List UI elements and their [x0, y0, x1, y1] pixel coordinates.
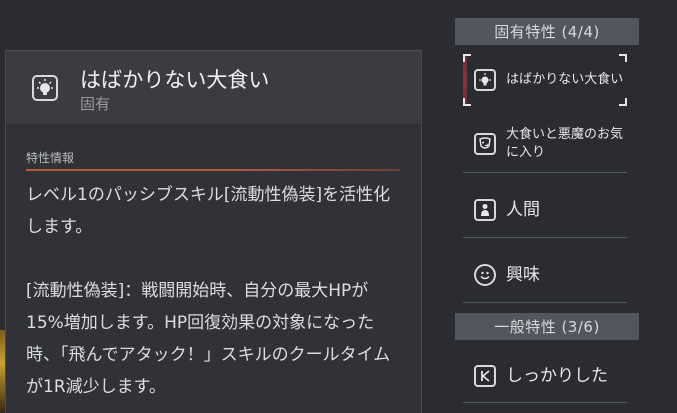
- section-divider: [26, 169, 400, 171]
- tooltip-subtitle: 固有: [80, 95, 111, 113]
- trait-label: 大食いと悪魔のお気に入り: [506, 127, 624, 160]
- trait-tooltip: はばかりない大食い 固有 特性情報 レベル1のパッシブスキル[流動性偽装]を活性…: [5, 50, 422, 413]
- trait-item[interactable]: 大食いと悪魔のお気に入り: [463, 116, 627, 173]
- description-paragraph: [流動性偽装]：戦闘開始時、自分の最大HPが15%増加します。HP回復効果の対象…: [26, 281, 391, 397]
- lightbulb-icon: [32, 75, 58, 101]
- general-traits-header: 一般特性 (3/6): [455, 313, 639, 340]
- selection-corner: [619, 98, 627, 106]
- tooltip-body: 特性情報 レベル1のパッシブスキル[流動性偽装]を活性化します。 [流動性偽装]…: [6, 124, 421, 413]
- trait-item[interactable]: 興味: [463, 248, 627, 303]
- smiley-icon: [474, 264, 496, 286]
- trait-label: はばかりない大食い: [506, 72, 624, 87]
- trait-label: 人間: [506, 200, 540, 220]
- tooltip-header: はばかりない大食い 固有: [6, 51, 421, 125]
- trait-item[interactable]: しっかりした: [463, 350, 627, 403]
- trait-label: 興味: [506, 265, 540, 285]
- description-paragraph: レベル1のパッシブスキル[流動性偽装]を活性化します。: [26, 185, 391, 237]
- trait-item[interactable]: 人間: [463, 183, 627, 238]
- selection-corner: [463, 98, 471, 106]
- trait-label: しっかりした: [506, 366, 608, 386]
- tooltip-title: はばかりない大食い: [80, 68, 270, 92]
- unique-traits-header: 固有特性 (4/4): [455, 18, 639, 45]
- person-icon: [474, 199, 496, 221]
- trait-item-selected[interactable]: はばかりない大食い: [463, 54, 627, 106]
- section-label: 特性情報: [26, 151, 75, 165]
- selection-corner: [619, 54, 627, 62]
- lightbulb-icon: [474, 69, 496, 91]
- selection-corner: [463, 54, 471, 62]
- k-shield-icon: [474, 365, 496, 387]
- trait-description: レベル1のパッシブスキル[流動性偽装]を活性化します。 [流動性偽装]：戦闘開始…: [26, 179, 406, 403]
- mask-icon: [474, 133, 496, 155]
